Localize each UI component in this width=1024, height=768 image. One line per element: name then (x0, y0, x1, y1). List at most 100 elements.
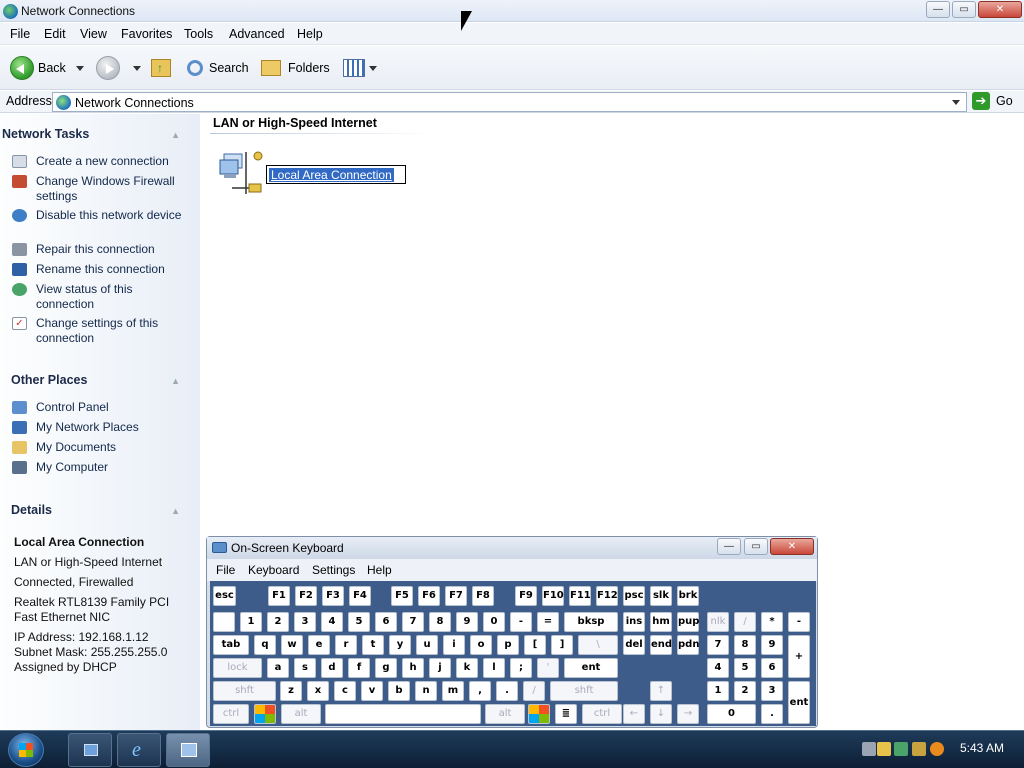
osk-key[interactable]: ; (510, 658, 532, 678)
osk-key[interactable]: ins (623, 612, 645, 632)
collapse-icon[interactable]: ▲ (171, 376, 180, 386)
osk-key[interactable]: e (308, 635, 330, 655)
menu-file[interactable]: File (10, 27, 30, 41)
collapse-icon[interactable]: ▲ (171, 506, 180, 516)
osk-key[interactable]: h (402, 658, 424, 678)
start-button[interactable] (8, 733, 44, 767)
osk-key[interactable]: - (510, 612, 532, 632)
network-tasks-heading[interactable]: Network Tasks (2, 127, 89, 141)
osk-key[interactable]: 9 (761, 635, 783, 655)
chevron-down-icon[interactable] (952, 100, 960, 105)
minimize-button[interactable]: — (926, 1, 950, 18)
taskbar-app-network-connections[interactable] (166, 733, 210, 767)
osk-key[interactable]: u (416, 635, 438, 655)
osk-key[interactable]: end (650, 635, 672, 655)
osk-key[interactable]: l (483, 658, 505, 678)
osk-key[interactable]: 5 (348, 612, 370, 632)
osk-key[interactable]: / (734, 612, 756, 632)
osk-maximize-button[interactable]: ▭ (744, 538, 768, 555)
search-button[interactable]: Search (187, 46, 249, 90)
osk-key[interactable]: r (335, 635, 357, 655)
osk-key[interactable]: shft (550, 681, 618, 701)
go-button[interactable]: ➔ Go (972, 92, 1013, 110)
osk-key[interactable]: 4 (707, 658, 729, 678)
osk-key[interactable]: F11 (569, 586, 591, 606)
osk-key[interactable]: p (497, 635, 519, 655)
osk-key[interactable]: 0 (483, 612, 505, 632)
osk-key[interactable]: F5 (391, 586, 413, 606)
osk-key[interactable]: ] (551, 635, 573, 655)
osk-key[interactable]: ' (537, 658, 559, 678)
details-heading[interactable]: Details (11, 503, 52, 517)
osk-key[interactable]: = (537, 612, 559, 632)
back-dropdown[interactable] (76, 46, 84, 90)
tray-security-shield-icon[interactable] (877, 742, 891, 756)
osk-key[interactable]: F9 (515, 586, 537, 606)
osk-key[interactable]: bksp (564, 612, 618, 632)
osk-key[interactable]: 2 (734, 681, 756, 701)
osk-key[interactable]: ↓ (650, 704, 672, 724)
osk-key[interactable]: - (788, 612, 810, 632)
osk-key[interactable]: psc (623, 586, 645, 606)
up-folder-button[interactable]: ↑ (151, 46, 171, 90)
osk-key[interactable]: F4 (349, 586, 371, 606)
osk-key[interactable]: w (281, 635, 303, 655)
osk-key[interactable]: 8 (734, 635, 756, 655)
tray-search-icon[interactable] (930, 742, 944, 756)
close-button[interactable]: ✕ (978, 1, 1022, 18)
osk-key[interactable]: d (321, 658, 343, 678)
osk-key[interactable]: ctrl (582, 704, 622, 724)
osk-key[interactable]: pdn (677, 635, 699, 655)
osk-key[interactable]: 1 (707, 681, 729, 701)
osk-key[interactable]: 5 (734, 658, 756, 678)
tray-status-icon[interactable] (894, 742, 908, 756)
osk-key[interactable]: 7 (707, 635, 729, 655)
osk-key[interactable]: 7 (402, 612, 424, 632)
osk-key[interactable]: x (307, 681, 329, 701)
osk-key[interactable]: . (761, 704, 783, 724)
clock[interactable]: 5:43 AM (960, 741, 1004, 755)
osk-key[interactable]: 3 (294, 612, 316, 632)
osk-key[interactable]: m (442, 681, 464, 701)
menu-help[interactable]: Help (297, 27, 323, 41)
views-button[interactable] (343, 46, 377, 90)
osk-key[interactable]: alt (281, 704, 321, 724)
osk-key[interactable]: [ (524, 635, 546, 655)
osk-key[interactable]: ent (564, 658, 618, 678)
osk-key[interactable]: 3 (761, 681, 783, 701)
address-field[interactable]: Network Connections (52, 92, 967, 112)
osk-key[interactable]: → (677, 704, 699, 724)
maximize-button[interactable]: ▭ (952, 1, 976, 18)
connection-rename-field[interactable]: Local Area Connection (266, 165, 406, 184)
osk-menu-keyboard[interactable]: Keyboard (248, 563, 299, 577)
osk-key[interactable]: k (456, 658, 478, 678)
osk-key[interactable]: j (429, 658, 451, 678)
osk-key[interactable]: lock (213, 658, 262, 678)
osk-key[interactable]: hm (650, 612, 672, 632)
osk-key[interactable]: q (254, 635, 276, 655)
osk-key[interactable]: s (294, 658, 316, 678)
osk-key[interactable]: , (469, 681, 491, 701)
back-button[interactable]: Back (10, 46, 66, 90)
taskbar-app-osk[interactable] (68, 733, 112, 767)
osk-key[interactable]: * (761, 612, 783, 632)
lan-connection-icon[interactable] (216, 148, 264, 196)
osk-key-windows-icon[interactable] (528, 704, 550, 724)
osk-key[interactable]: ent (788, 681, 810, 724)
osk-key[interactable]: del (623, 635, 645, 655)
osk-key[interactable]: F1 (268, 586, 290, 606)
osk-key[interactable]: y (389, 635, 411, 655)
osk-key[interactable]: ↑ (650, 681, 672, 701)
other-places-heading[interactable]: Other Places (11, 373, 87, 387)
forward-dropdown[interactable] (133, 46, 141, 90)
osk-key[interactable]: F3 (322, 586, 344, 606)
osk-key[interactable]: pup (677, 612, 699, 632)
osk-key[interactable]: alt (485, 704, 525, 724)
osk-key[interactable]: F12 (596, 586, 618, 606)
tray-app-icon[interactable] (912, 742, 926, 756)
osk-key[interactable]: ← (623, 704, 645, 724)
osk-key[interactable]: 6 (761, 658, 783, 678)
menu-favorites[interactable]: Favorites (121, 27, 172, 41)
osk-key[interactable]: f (348, 658, 370, 678)
osk-menu-help[interactable]: Help (367, 563, 392, 577)
